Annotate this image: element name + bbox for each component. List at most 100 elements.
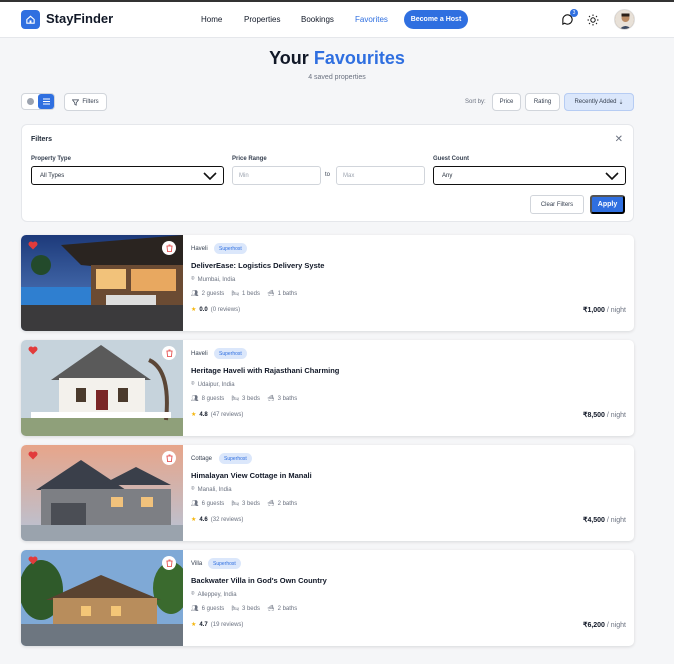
- property-meta: 👥︎ 6 guests 🛏︎ 3 beds 🛁︎ 2 baths: [191, 605, 297, 613]
- sort-by-label: Sort by:: [465, 99, 486, 105]
- filters-button[interactable]: Filters: [64, 93, 107, 111]
- star-icon: ★: [191, 307, 197, 313]
- location-pin-icon: ⌾: [191, 276, 195, 282]
- property-image[interactable]: [21, 445, 183, 541]
- property-title[interactable]: DeliverEase: Logistics Delivery Syste: [191, 261, 324, 270]
- location-text: Manali, India: [197, 486, 232, 493]
- property-type: Villa: [191, 561, 203, 567]
- theme-sun-icon[interactable]: [587, 14, 599, 26]
- bath-icon: 🛁︎: [266, 396, 275, 402]
- price-value: ₹6,200: [582, 622, 605, 629]
- property-card[interactable]: Haveli Superhost Heritage Haveli with Ra…: [21, 340, 634, 436]
- property-rating: ★ 4.6 (32 reviews): [191, 516, 244, 524]
- trash-icon[interactable]: [162, 241, 176, 255]
- filter-panel-title: Filters: [31, 136, 53, 143]
- property-title[interactable]: Heritage Haveli with Rajasthani Charming: [191, 366, 339, 375]
- property-title[interactable]: Backwater Villa in God's Own Country: [191, 576, 327, 585]
- min-price-input[interactable]: Min: [232, 166, 321, 185]
- list-view-button[interactable]: [38, 94, 54, 109]
- brand-name[interactable]: StayFinder: [46, 11, 113, 26]
- page-title: Your Favourites: [0, 48, 674, 69]
- list-icon: [42, 98, 50, 105]
- bed-icon: 🛏︎: [231, 291, 239, 297]
- property-image[interactable]: [21, 550, 183, 646]
- heart-icon[interactable]: [28, 346, 38, 355]
- clear-filters-button[interactable]: Clear Filters: [530, 195, 584, 214]
- property-rating: ★ 0.0 (0 reviews): [191, 306, 241, 314]
- heart-icon[interactable]: [28, 556, 38, 565]
- price-unit: / night: [606, 622, 626, 629]
- guest-count-select[interactable]: Any: [433, 166, 626, 185]
- trash-icon[interactable]: [162, 556, 176, 570]
- bed-icon: 🛏︎: [231, 396, 239, 402]
- beds-count: 1 beds: [241, 290, 260, 297]
- nav-properties-link[interactable]: Properties: [244, 15, 280, 24]
- price-to-label: to: [325, 172, 331, 178]
- price-unit: / night: [606, 517, 626, 524]
- heart-icon[interactable]: [28, 241, 38, 250]
- star-icon: ★: [191, 517, 197, 523]
- property-price: ₹1,000 / night: [583, 306, 626, 314]
- star-icon: ★: [191, 412, 197, 418]
- max-price-input[interactable]: Max: [336, 166, 425, 185]
- sort-price-button[interactable]: Price: [492, 93, 521, 111]
- sort-rating-button[interactable]: Rating: [525, 93, 560, 111]
- filter-panel: Filters ✕ Property Type All Types Price …: [21, 124, 634, 222]
- close-icon[interactable]: ✕: [615, 134, 623, 145]
- guests-count: 6 guests: [201, 605, 225, 612]
- reviews-count: (32 reviews): [210, 516, 244, 523]
- sort-direction-icon: ⇣: [618, 99, 624, 106]
- property-price: ₹6,200 / night: [583, 621, 626, 629]
- reviews-count: (0 reviews): [210, 306, 241, 313]
- title-prefix: Your: [269, 48, 309, 68]
- star-icon: ★: [191, 622, 197, 628]
- bath-icon: 🛁︎: [266, 606, 275, 612]
- location-pin-icon: ⌾: [191, 486, 195, 492]
- baths-count: 3 baths: [277, 395, 298, 402]
- trash-icon[interactable]: [162, 451, 176, 465]
- property-image[interactable]: [21, 340, 183, 436]
- user-avatar[interactable]: [614, 9, 635, 30]
- property-meta: 👥︎ 2 guests 🛏︎ 1 beds 🛁︎ 1 baths: [191, 290, 297, 298]
- property-image[interactable]: [21, 235, 183, 331]
- trash-icon[interactable]: [162, 346, 176, 360]
- property-meta: 👥︎ 6 guests 🛏︎ 3 beds 🛁︎ 2 baths: [191, 500, 298, 508]
- sort-recent-button[interactable]: Recently Added ⇣: [564, 93, 634, 111]
- property-type: Haveli: [191, 246, 208, 252]
- guests-count: 2 guests: [201, 290, 225, 297]
- baths-count: 2 baths: [277, 500, 298, 507]
- property-type-select[interactable]: All Types: [31, 166, 224, 185]
- property-type: Haveli: [191, 351, 208, 357]
- nav-bookings-link[interactable]: Bookings: [301, 15, 334, 24]
- property-card[interactable]: Villa Superhost Backwater Villa in God's…: [21, 550, 634, 646]
- property-meta: 👥︎ 8 guests 🛏︎ 3 beds 🛁︎ 3 baths: [191, 395, 298, 403]
- become-host-button[interactable]: Become a Host: [404, 10, 468, 29]
- location-text: Mumbai, India: [197, 276, 236, 283]
- location-pin-icon: ⌾: [191, 591, 195, 597]
- grid-icon: [26, 98, 34, 105]
- reviews-count: (19 reviews): [210, 621, 244, 628]
- bed-icon: 🛏︎: [231, 606, 239, 612]
- guests-icon: 👥︎: [191, 396, 199, 402]
- property-card[interactable]: Haveli Superhost DeliverEase: Logistics …: [21, 235, 634, 331]
- property-title[interactable]: Himalayan View Cottage in Manali: [191, 471, 312, 480]
- nav-home-link[interactable]: Home: [201, 15, 222, 24]
- superhost-badge: Superhost: [214, 348, 247, 359]
- beds-count: 3 beds: [241, 605, 260, 612]
- guests-icon: 👥︎: [191, 501, 199, 507]
- home-logo-icon[interactable]: [21, 10, 40, 29]
- property-card[interactable]: Cottage Superhost Himalayan View Cottage…: [21, 445, 634, 541]
- beds-count: 3 beds: [241, 395, 260, 402]
- property-rating: ★ 4.8 (47 reviews): [191, 411, 243, 419]
- apply-button[interactable]: Apply: [590, 195, 625, 214]
- property-price: ₹4,500 / night: [583, 516, 626, 524]
- price-range-label: Price Range: [232, 156, 267, 162]
- bath-icon: 🛁︎: [266, 291, 275, 297]
- property-type: Cottage: [191, 456, 213, 462]
- sort-recent-label: Recently Added: [574, 99, 617, 105]
- nav-favorites-link[interactable]: Favorites: [355, 15, 388, 24]
- heart-icon[interactable]: [28, 451, 38, 460]
- price-unit: / night: [606, 412, 626, 419]
- grid-view-button[interactable]: [22, 94, 38, 109]
- property-price: ₹8,500 / night: [583, 411, 626, 419]
